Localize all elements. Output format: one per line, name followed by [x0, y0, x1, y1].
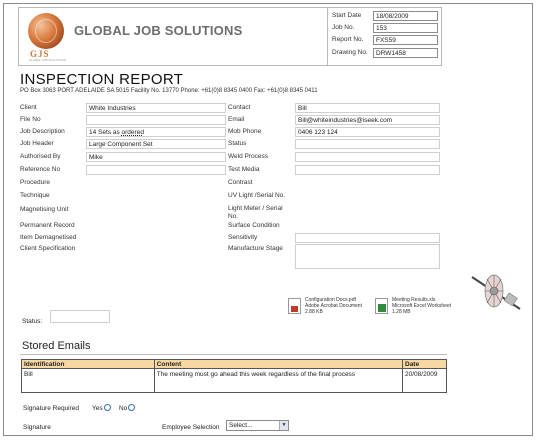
contact-label: Contact — [228, 104, 251, 111]
no-label: No — [119, 405, 128, 412]
company-name: GLOBAL JOB SOLUTIONS — [74, 23, 243, 38]
stored-emails-heading: Stored Emails — [22, 340, 91, 352]
job-description-text: 14 Sets as — [89, 129, 122, 136]
column-header-content[interactable]: Content — [153, 359, 404, 369]
table-cell-date: 20/08/2009 — [402, 368, 447, 393]
stored-emails-table: Identification Content Date Bill The mee… — [21, 359, 447, 393]
status-select-field[interactable] — [295, 139, 440, 149]
report-no-field[interactable]: FXS59 — [373, 35, 438, 45]
mob-phone-field[interactable]: 0406 123 124 — [295, 127, 440, 137]
manufacture-stage-field[interactable] — [295, 244, 440, 269]
test-media-field[interactable] — [295, 165, 440, 175]
job-description-field[interactable]: 14 Sets as ordered — [86, 127, 226, 137]
status-input[interactable] — [50, 310, 110, 323]
report-no-label: Report No. — [332, 36, 364, 43]
start-date-label: Start Date — [332, 12, 362, 19]
table-header-row: Identification Content Date — [21, 359, 447, 369]
client-field[interactable]: White Industries — [86, 103, 226, 113]
job-header-field[interactable]: Large Component Set — [86, 139, 226, 149]
job-no-field[interactable]: 153 — [373, 23, 438, 33]
surface-condition-label: Surface Condition — [228, 222, 280, 229]
file-no-field[interactable] — [86, 115, 226, 125]
section-divider — [20, 354, 447, 355]
manufacture-stage-label: Manufacture Stage — [228, 245, 283, 252]
employee-select[interactable]: Select... ▼ — [226, 420, 289, 431]
yes-label: Yes — [92, 405, 103, 412]
reference-no-field[interactable] — [86, 165, 226, 175]
magnetising-unit-label: Magnetising Unit — [20, 206, 69, 213]
technique-label: Technique — [20, 192, 50, 199]
chevron-down-icon[interactable]: ▼ — [279, 421, 288, 430]
job-description-underlined-text: ordered — [121, 129, 144, 136]
company-address: PO Box 3063 PORT ADELAIDE SA 5015 Facili… — [20, 88, 318, 94]
employee-select-value: Select... — [229, 422, 253, 429]
column-header-date[interactable]: Date — [402, 359, 447, 369]
yes-radio[interactable] — [104, 404, 111, 411]
sensitivity-label: Sensitivity — [228, 234, 258, 241]
contrast-label: Contrast — [228, 179, 253, 186]
signature-label: Signature — [23, 424, 51, 431]
email-label: Email — [228, 116, 245, 123]
mob-phone-label: Mob Phone — [228, 128, 262, 135]
authorised-by-label: Authorised By — [20, 153, 61, 160]
turbine-image — [471, 274, 521, 310]
job-header-label: Job Header — [20, 140, 54, 147]
email-field[interactable]: Bill@whiteindustries@iseek.com — [295, 115, 440, 125]
job-description-label: Job Description — [20, 128, 65, 135]
weld-process-label: Weld Process — [228, 153, 268, 160]
client-label: Client — [20, 104, 37, 111]
weld-process-field[interactable] — [295, 152, 440, 162]
sensitivity-field[interactable] — [295, 233, 440, 243]
excel-file-icon — [375, 298, 388, 314]
client-specification-label: Client Specification — [20, 245, 76, 252]
logo-subtext: GLOBAL JOB SOLUTIONS — [29, 58, 66, 62]
attachment-size: 1.28 MB — [392, 309, 411, 315]
column-header-identification[interactable]: Identification — [21, 359, 155, 369]
job-no-label: Job No. — [332, 24, 355, 31]
table-cell-content: The meeting must go ahead this week rega… — [153, 368, 404, 393]
header-divider — [327, 7, 328, 66]
table-row[interactable]: Bill The meeting must go ahead this week… — [21, 368, 447, 393]
status-field-label: Status — [228, 140, 247, 147]
light-meter-label: Light Meter / Serial No. — [228, 205, 283, 220]
status-label: Status: — [22, 318, 43, 325]
drawing-no-label: Drawing No. — [332, 49, 368, 56]
table-cell-identification: Bill — [21, 368, 155, 393]
page-title: INSPECTION REPORT — [20, 71, 184, 88]
item-demagnetised-label: Item Demagnetised — [20, 234, 77, 241]
uv-light-label: UV Light /Serial No. — [228, 192, 286, 199]
contact-field[interactable]: Bill — [295, 103, 440, 113]
authorised-by-field[interactable]: Mike — [86, 152, 226, 162]
procedure-label: Procedure — [20, 179, 50, 186]
company-logo-icon — [28, 13, 64, 49]
employee-selection-label: Employee Selection — [162, 424, 220, 431]
pdf-file-icon — [288, 298, 301, 314]
report-window: GJS GLOBAL JOB SOLUTIONS GLOBAL JOB SOLU… — [3, 3, 533, 436]
test-media-label: Test Media — [228, 166, 260, 173]
reference-no-label: Reference No — [20, 166, 61, 173]
start-date-field[interactable]: 18/08/2009 — [373, 11, 438, 21]
drawing-no-field[interactable]: DRW1458 — [373, 48, 438, 58]
file-no-label: File No — [20, 116, 41, 123]
no-radio[interactable] — [128, 404, 135, 411]
attachment-xls[interactable]: Meeting Results.xls Microsoft Excel Work… — [375, 297, 465, 321]
signature-required-label: Signature Required — [23, 405, 80, 412]
permanent-record-label: Permanent Record — [20, 222, 75, 229]
attachment-size: 2.88 KB — [305, 309, 323, 315]
attachment-pdf[interactable]: Configuration Docs.pdf Adobe Acrobat Doc… — [288, 297, 372, 321]
